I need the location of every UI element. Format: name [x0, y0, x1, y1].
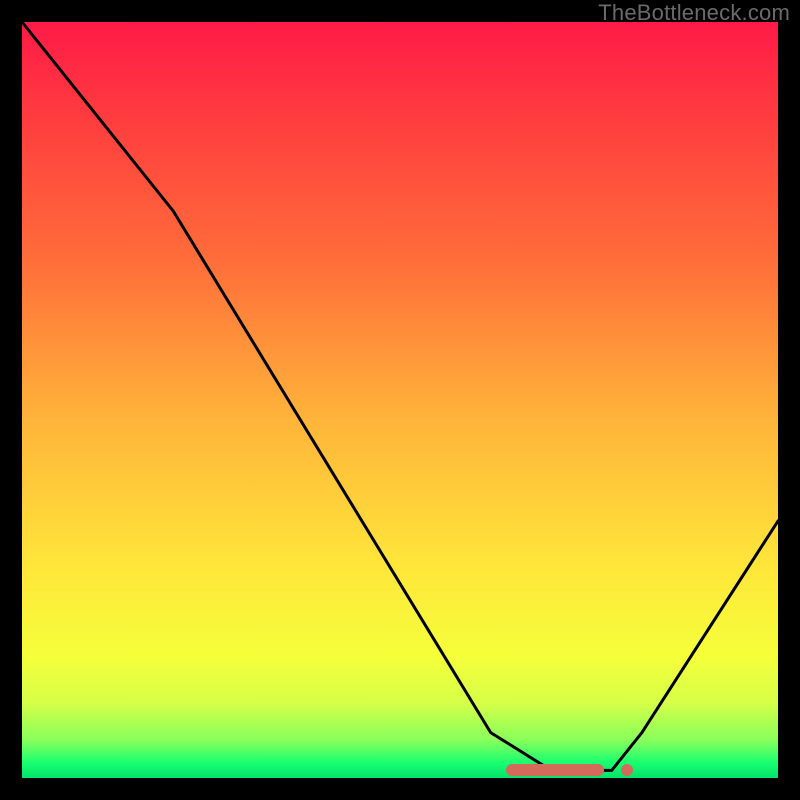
optimal-range-marker [506, 764, 604, 776]
plot-area [22, 22, 778, 778]
bottleneck-curve [22, 22, 778, 778]
watermark-text: TheBottleneck.com [598, 0, 790, 26]
